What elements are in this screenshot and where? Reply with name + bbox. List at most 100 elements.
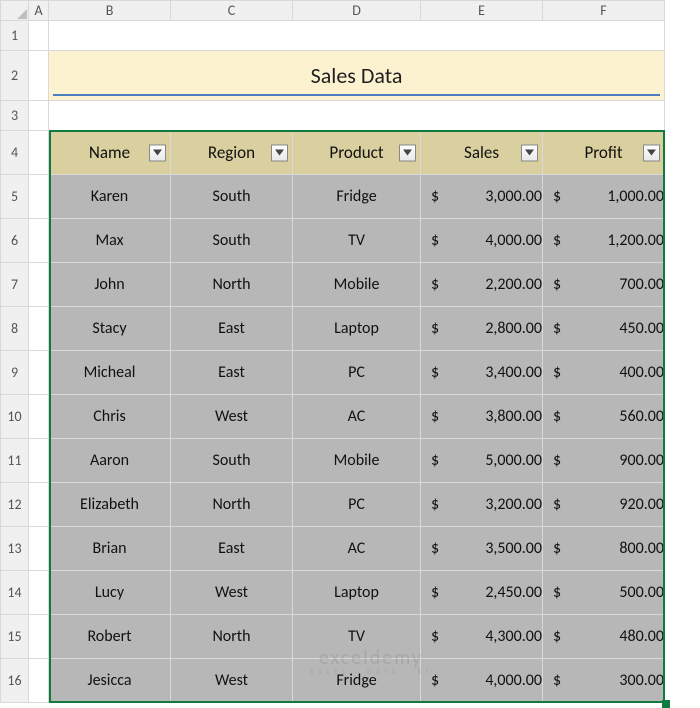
cell[interactable]	[29, 263, 49, 307]
row-header-13[interactable]: 13	[1, 527, 29, 571]
row-header-15[interactable]: 15	[1, 615, 29, 659]
cell-sales[interactable]: $2,200.00	[421, 263, 543, 307]
row-header-4[interactable]: 4	[1, 131, 29, 175]
cell[interactable]	[29, 395, 49, 439]
col-header-C[interactable]: C	[171, 1, 293, 21]
header-sales[interactable]: Sales	[421, 131, 543, 175]
cell-region[interactable]: South	[171, 219, 293, 263]
cell-sales[interactable]: $3,200.00	[421, 483, 543, 527]
cell-sales[interactable]: $4,300.00	[421, 615, 543, 659]
cell-name[interactable]: Karen	[49, 175, 171, 219]
cell[interactable]	[29, 351, 49, 395]
filter-button[interactable]	[399, 144, 416, 161]
cell-product[interactable]: Mobile	[293, 439, 421, 483]
col-header-E[interactable]: E	[421, 1, 543, 21]
row-header-8[interactable]: 8	[1, 307, 29, 351]
cell-profit[interactable]: $700.00	[543, 263, 665, 307]
cell-sales[interactable]: $2,450.00	[421, 571, 543, 615]
cell-profit[interactable]: $300.00	[543, 659, 665, 703]
row-header-16[interactable]: 16	[1, 659, 29, 703]
cell-product[interactable]: Mobile	[293, 263, 421, 307]
cell-name[interactable]: John	[49, 263, 171, 307]
spreadsheet-grid[interactable]: A B C D E F 1 2 Sales Data 3 4 Name Regi…	[0, 0, 665, 703]
cell-region[interactable]: North	[171, 615, 293, 659]
row-header-3[interactable]: 3	[1, 101, 29, 131]
cell-name[interactable]: Jesicca	[49, 659, 171, 703]
cell-sales[interactable]: $4,000.00	[421, 659, 543, 703]
cell-region[interactable]: North	[171, 483, 293, 527]
cell[interactable]	[29, 483, 49, 527]
cell-region[interactable]: North	[171, 263, 293, 307]
row-header-6[interactable]: 6	[1, 219, 29, 263]
cell-profit[interactable]: $1,200.00	[543, 219, 665, 263]
cell-name[interactable]: Aaron	[49, 439, 171, 483]
cell-product[interactable]: Fridge	[293, 175, 421, 219]
cell-name[interactable]: Robert	[49, 615, 171, 659]
header-name[interactable]: Name	[49, 131, 171, 175]
row-header-12[interactable]: 12	[1, 483, 29, 527]
col-header-A[interactable]: A	[29, 1, 49, 21]
cell[interactable]	[29, 307, 49, 351]
cell-region[interactable]: East	[171, 351, 293, 395]
cell-sales[interactable]: $5,000.00	[421, 439, 543, 483]
row-header-5[interactable]: 5	[1, 175, 29, 219]
cell[interactable]	[29, 439, 49, 483]
cell-name[interactable]: Max	[49, 219, 171, 263]
cell[interactable]	[29, 527, 49, 571]
cell-profit[interactable]: $400.00	[543, 351, 665, 395]
cell-name[interactable]: Elizabeth	[49, 483, 171, 527]
cell[interactable]	[29, 51, 49, 101]
cell-region[interactable]: East	[171, 527, 293, 571]
cell-product[interactable]: TV	[293, 615, 421, 659]
cell-product[interactable]: TV	[293, 219, 421, 263]
cell-product[interactable]: AC	[293, 527, 421, 571]
cell[interactable]	[29, 615, 49, 659]
cell[interactable]	[49, 101, 665, 131]
cell-sales[interactable]: $2,800.00	[421, 307, 543, 351]
cell[interactable]	[49, 21, 665, 51]
cell-product[interactable]: AC	[293, 395, 421, 439]
row-header-2[interactable]: 2	[1, 51, 29, 101]
cell-name[interactable]: Stacy	[49, 307, 171, 351]
cell[interactable]	[29, 101, 49, 131]
cell-profit[interactable]: $450.00	[543, 307, 665, 351]
cell-name[interactable]: Brian	[49, 527, 171, 571]
cell-region[interactable]: West	[171, 395, 293, 439]
cell-product[interactable]: Fridge	[293, 659, 421, 703]
cell-profit[interactable]: $480.00	[543, 615, 665, 659]
col-header-D[interactable]: D	[293, 1, 421, 21]
cell[interactable]	[29, 175, 49, 219]
cell-region[interactable]: East	[171, 307, 293, 351]
filter-button[interactable]	[643, 144, 660, 161]
col-header-F[interactable]: F	[543, 1, 665, 21]
cell[interactable]	[29, 21, 49, 51]
header-region[interactable]: Region	[171, 131, 293, 175]
col-header-B[interactable]: B	[49, 1, 171, 21]
cell-product[interactable]: PC	[293, 351, 421, 395]
cell-product[interactable]: Laptop	[293, 571, 421, 615]
cell-name[interactable]: Micheal	[49, 351, 171, 395]
row-header-7[interactable]: 7	[1, 263, 29, 307]
cell-product[interactable]: PC	[293, 483, 421, 527]
row-header-1[interactable]: 1	[1, 21, 29, 51]
cell-sales[interactable]: $3,500.00	[421, 527, 543, 571]
cell-profit[interactable]: $560.00	[543, 395, 665, 439]
cell-region[interactable]: South	[171, 175, 293, 219]
filter-button[interactable]	[149, 144, 166, 161]
header-profit[interactable]: Profit	[543, 131, 665, 175]
cell-sales[interactable]: $3,400.00	[421, 351, 543, 395]
cell[interactable]	[29, 219, 49, 263]
filter-button[interactable]	[521, 144, 538, 161]
cell-profit[interactable]: $900.00	[543, 439, 665, 483]
row-header-14[interactable]: 14	[1, 571, 29, 615]
title-cell[interactable]: Sales Data	[49, 51, 665, 101]
row-header-11[interactable]: 11	[1, 439, 29, 483]
cell-profit[interactable]: $800.00	[543, 527, 665, 571]
cell-profit[interactable]: $500.00	[543, 571, 665, 615]
row-header-9[interactable]: 9	[1, 351, 29, 395]
cell-profit[interactable]: $920.00	[543, 483, 665, 527]
cell-region[interactable]: West	[171, 571, 293, 615]
cell-name[interactable]: Chris	[49, 395, 171, 439]
cell-region[interactable]: South	[171, 439, 293, 483]
cell[interactable]	[29, 571, 49, 615]
